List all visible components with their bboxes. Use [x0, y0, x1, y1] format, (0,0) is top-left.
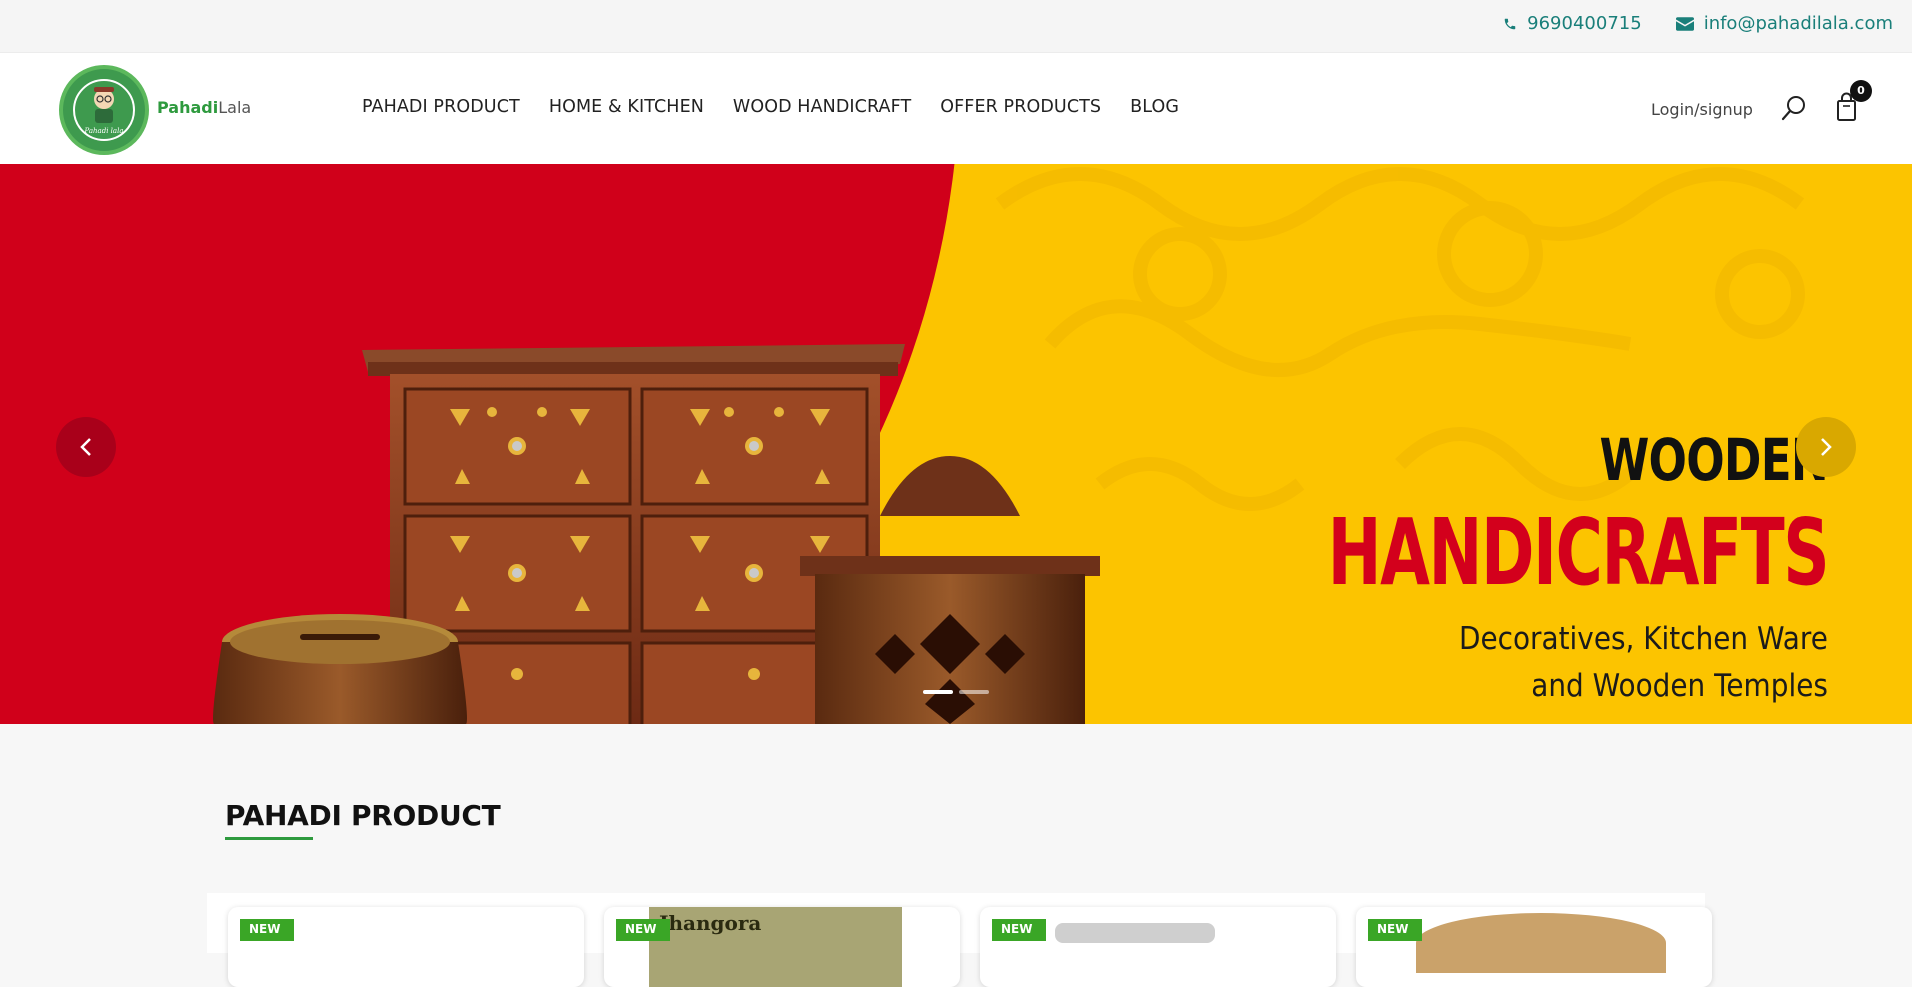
- product-card[interactable]: Jhangora NEW: [604, 907, 960, 987]
- nav-item-pahadi-product[interactable]: PAHADI PRODUCT: [362, 97, 520, 117]
- new-badge: NEW: [616, 919, 670, 941]
- product-card[interactable]: NEW: [228, 907, 584, 987]
- section-title-underline: [225, 837, 313, 840]
- new-badge: NEW: [1368, 919, 1422, 941]
- cart-count-badge: 0: [1850, 80, 1872, 102]
- section-title-pahadi-product: PAHADI PRODUCT: [225, 799, 501, 832]
- slider-dot-1[interactable]: [923, 690, 953, 694]
- hero-banner-slider: WOODEN HANDICRAFTS Decoratives, Kitchen …: [0, 164, 1912, 724]
- site-logo[interactable]: Pahadi lala PahadiLala: [59, 65, 251, 155]
- nav-item-offer-products[interactable]: OFFER PRODUCTS: [940, 97, 1101, 117]
- product-card[interactable]: NEW: [1356, 907, 1712, 987]
- slider-dot-2[interactable]: [959, 690, 989, 694]
- svg-text:Pahadi lala: Pahadi lala: [83, 127, 123, 135]
- email-address: info@pahadilala.com: [1703, 13, 1893, 34]
- wooden-drawer-chest-image: [213, 344, 1100, 724]
- contact-info: 9690400715 info@pahadilala.com: [1503, 13, 1893, 34]
- phone-link[interactable]: 9690400715: [1503, 13, 1642, 34]
- banner-subheading: Decoratives, Kitchen Ware and Wooden Tem…: [1459, 621, 1828, 704]
- login-signup-link[interactable]: Login/signup: [1651, 100, 1753, 119]
- banner-heading-handicrafts: HANDICRAFTS: [1327, 499, 1829, 606]
- product-card[interactable]: NEW: [980, 907, 1336, 987]
- banner-heading-wooden: WOODEN: [1599, 426, 1829, 494]
- new-badge: NEW: [992, 919, 1046, 941]
- slider-pagination: [923, 690, 989, 694]
- chevron-left-icon: [80, 438, 91, 456]
- slider-next-button[interactable]: [1796, 417, 1856, 477]
- product-thumb: Jhangora: [649, 907, 902, 987]
- product-thumb: [1055, 923, 1215, 943]
- slider-prev-button[interactable]: [56, 417, 116, 477]
- product-thumb: [1416, 913, 1666, 973]
- logo-wordmark: PahadiLala: [157, 97, 252, 117]
- phone-icon: [1503, 17, 1517, 31]
- nav-item-home-kitchen[interactable]: HOME & KITCHEN: [549, 97, 704, 117]
- site-header: Pahadi lala PahadiLala PAHADI PRODUCT HO…: [0, 53, 1912, 164]
- logo-badge-icon: Pahadi lala: [59, 65, 149, 155]
- envelope-icon: [1675, 16, 1694, 31]
- nav-item-wood-handicraft[interactable]: WOOD HANDICRAFT: [733, 97, 911, 117]
- chevron-right-icon: [1821, 438, 1832, 456]
- top-contact-bar: 9690400715 info@pahadilala.com: [0, 0, 1912, 53]
- new-badge: NEW: [240, 919, 294, 941]
- product-carousel: NEW Jhangora NEW NEW NEW: [207, 893, 1712, 987]
- email-link[interactable]: info@pahadilala.com: [1675, 13, 1893, 34]
- nav-item-blog[interactable]: BLOG: [1130, 97, 1179, 117]
- search-icon[interactable]: [1781, 95, 1807, 121]
- main-nav: PAHADI PRODUCT HOME & KITCHEN WOOD HANDI…: [362, 97, 1179, 117]
- phone-number: 9690400715: [1527, 13, 1642, 34]
